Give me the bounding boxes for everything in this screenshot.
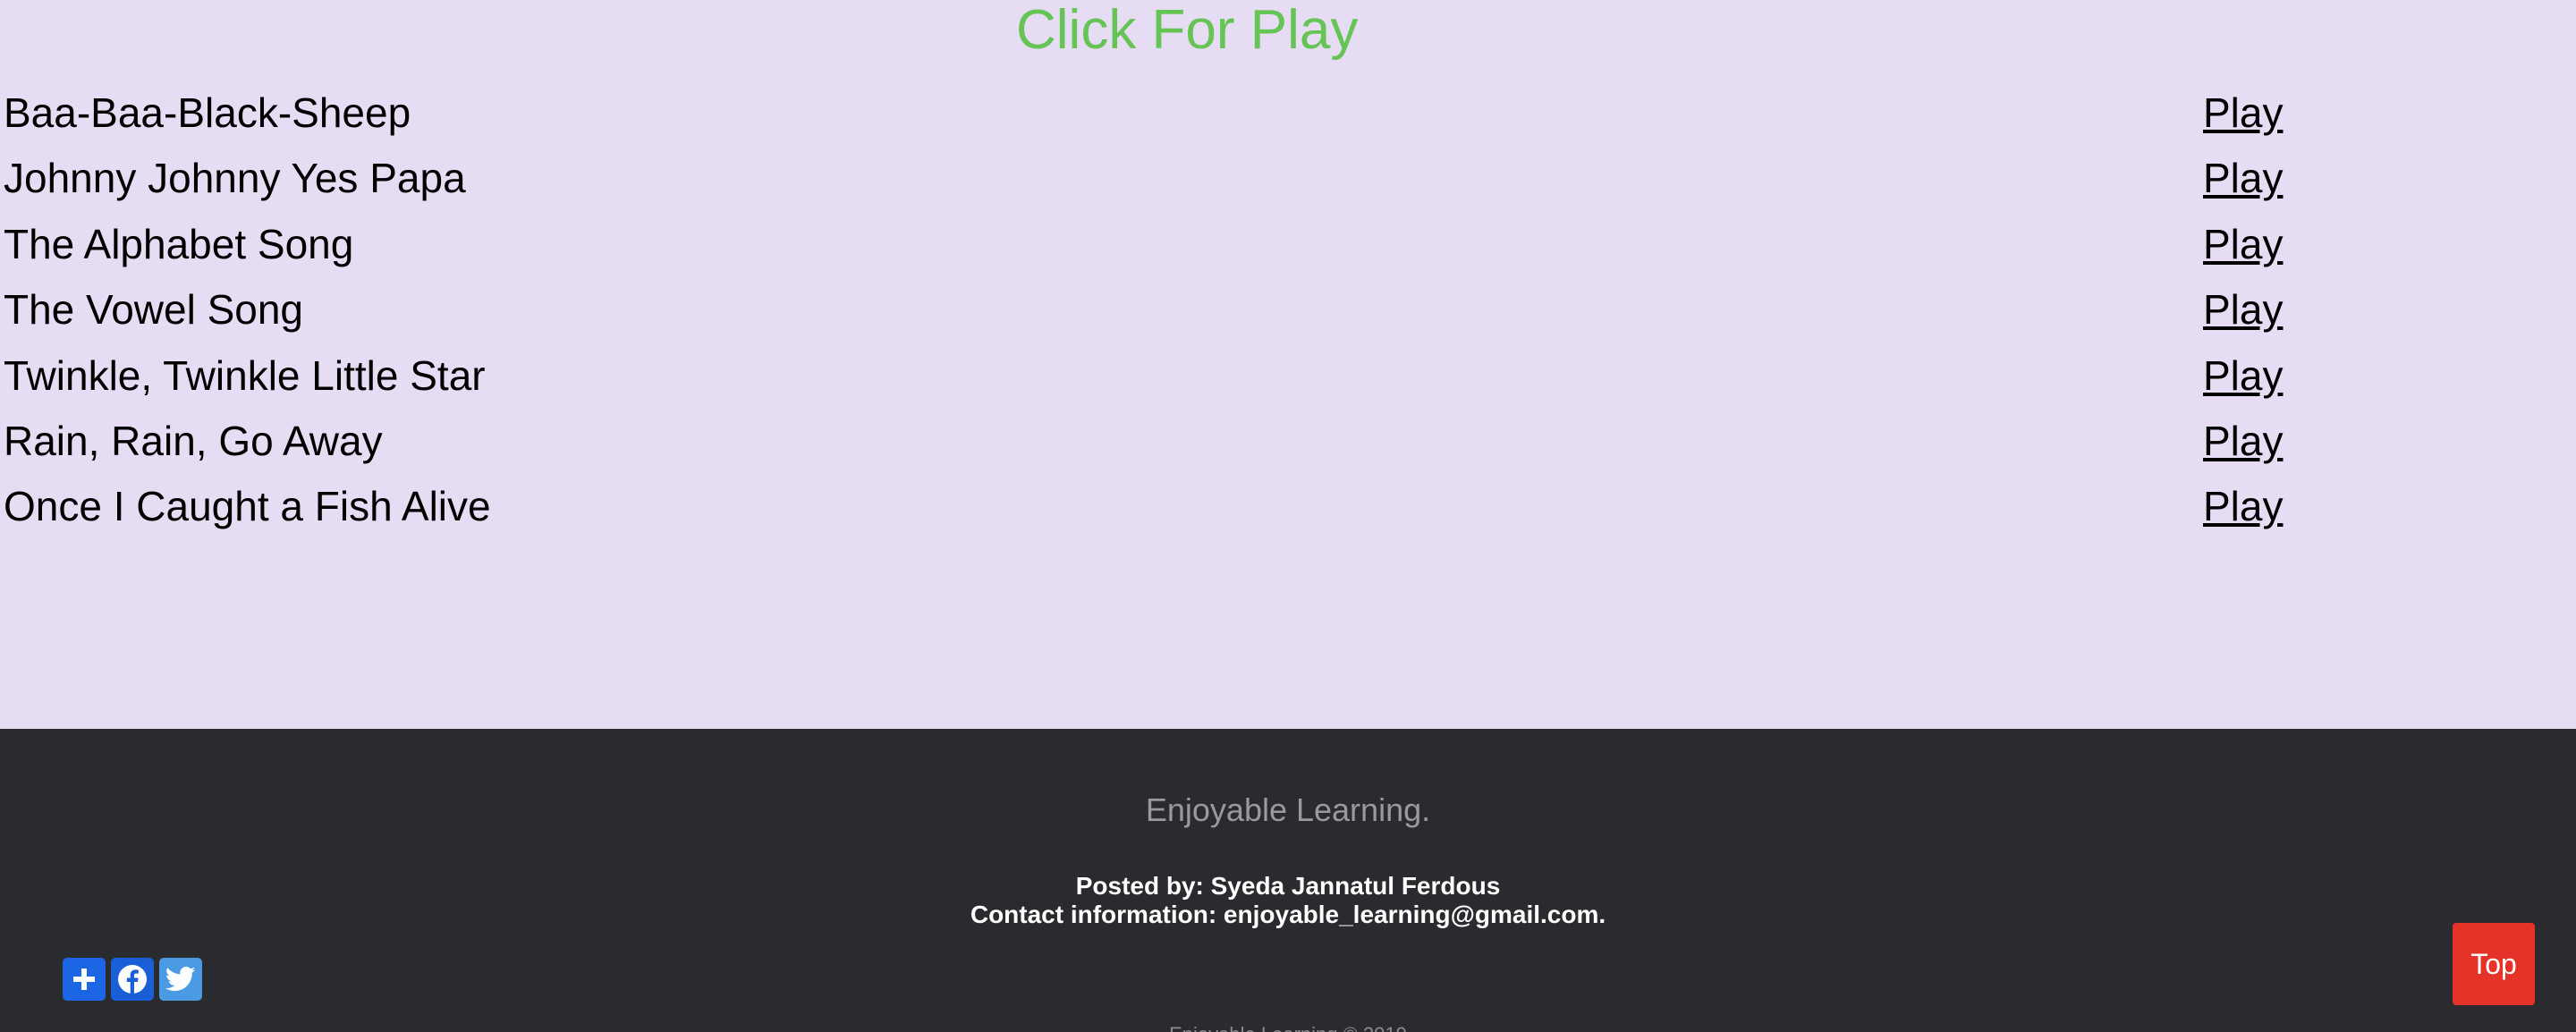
posted-by-text: Posted by: Syeda Jannatul Ferdous — [1075, 872, 1501, 900]
play-link[interactable]: Play — [2203, 478, 2283, 535]
song-title: The Alphabet Song — [4, 220, 354, 267]
song-title: Baa-Baa-Black-Sheep — [4, 89, 411, 136]
facebook-icon[interactable] — [111, 958, 154, 1001]
back-to-top-button[interactable]: Top — [2453, 923, 2535, 1005]
play-link[interactable]: Play — [2203, 412, 2283, 469]
song-row: The Alphabet Song Play — [0, 216, 2576, 281]
song-row: Twinkle, Twinkle Little Star Play — [0, 347, 2576, 412]
footer-tagline: Enjoyable Learning. — [1145, 791, 1431, 828]
main-content: Click For Play Baa-Baa-Black-Sheep Play … — [0, 0, 2576, 729]
play-link[interactable]: Play — [2203, 347, 2283, 404]
play-link[interactable]: Play — [2203, 149, 2283, 207]
song-title: Johnny Johnny Yes Papa — [4, 155, 466, 202]
song-row: Baa-Baa-Black-Sheep Play — [0, 84, 2576, 149]
contact-text: Contact information: enjoyable_learning@… — [970, 901, 1606, 928]
page-heading: Click For Play — [1016, 0, 1359, 61]
song-title: Once I Caught a Fish Alive — [4, 483, 491, 530]
song-row: The Vowel Song Play — [0, 281, 2576, 346]
social-share-bar — [63, 958, 202, 1001]
play-link[interactable]: Play — [2203, 216, 2283, 273]
share-icon[interactable] — [63, 958, 106, 1001]
song-title: The Vowel Song — [4, 286, 304, 334]
play-link[interactable]: Play — [2203, 281, 2283, 338]
song-row: Johnny Johnny Yes Papa Play — [0, 149, 2576, 215]
copyright-text: Enjoyable Learning © 2019 — [0, 1021, 2576, 1032]
song-row: Once I Caught a Fish Alive Play — [0, 478, 2576, 543]
footer-credits: Posted by: Syeda Jannatul Ferdous Contac… — [0, 872, 2576, 929]
song-list: Baa-Baa-Black-Sheep Play Johnny Johnny Y… — [0, 84, 2576, 544]
twitter-icon[interactable] — [159, 958, 202, 1001]
song-title: Twinkle, Twinkle Little Star — [4, 351, 486, 399]
play-link[interactable]: Play — [2203, 84, 2283, 141]
footer: Enjoyable Learning. Posted by: Syeda Jan… — [0, 729, 2576, 1032]
song-row: Rain, Rain, Go Away Play — [0, 412, 2576, 478]
song-title: Rain, Rain, Go Away — [4, 417, 383, 464]
